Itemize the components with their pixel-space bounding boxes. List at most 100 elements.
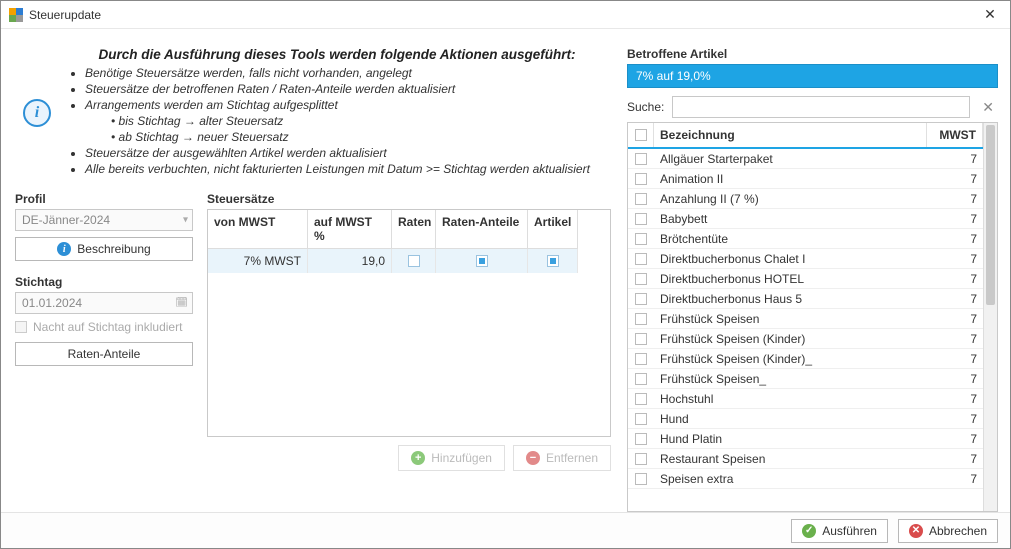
- article-checkbox[interactable]: [628, 473, 654, 485]
- article-name: Hochstuhl: [654, 392, 927, 406]
- article-name: Babybett: [654, 212, 927, 226]
- scrollbar[interactable]: [983, 123, 997, 511]
- clear-search-icon[interactable]: ✕: [978, 99, 998, 116]
- article-name: Frühstück Speisen: [654, 312, 927, 326]
- article-checkbox[interactable]: [628, 153, 654, 165]
- article-row[interactable]: Allgäuer Starterpaket7: [628, 149, 983, 169]
- col-auf-mwst[interactable]: auf MWST %: [308, 210, 392, 249]
- article-mwst: 7: [927, 452, 983, 466]
- col-select-all[interactable]: [628, 123, 654, 147]
- article-name: Restaurant Speisen: [654, 452, 927, 466]
- footer: ✓ Ausführen ✕ Abbrechen: [1, 512, 1010, 548]
- article-checkbox[interactable]: [628, 193, 654, 205]
- article-name: Brötchentüte: [654, 232, 927, 246]
- article-name: Animation II: [654, 172, 927, 186]
- article-row[interactable]: Direktbucherbonus Haus 57: [628, 289, 983, 309]
- info-subbullet: bis Stichtag → alter Steuersatz: [111, 114, 607, 128]
- article-name: Direktbucherbonus Chalet I: [654, 252, 927, 266]
- article-checkbox[interactable]: [628, 213, 654, 225]
- article-row[interactable]: Hund7: [628, 409, 983, 429]
- article-checkbox[interactable]: [628, 393, 654, 405]
- remove-button[interactable]: − Entfernen: [513, 445, 611, 471]
- cell-von: 7% MWST: [208, 249, 308, 273]
- info-heading: Durch die Ausführung dieses Tools werden…: [67, 47, 607, 62]
- raten-anteile-button[interactable]: Raten-Anteile: [15, 342, 193, 366]
- night-checkbox-row[interactable]: Nacht auf Stichtag inkludiert: [15, 320, 193, 334]
- rates-header: von MWST auf MWST % Raten Raten-Anteile …: [208, 210, 610, 249]
- col-mwst[interactable]: MWST: [927, 123, 983, 147]
- rates-row[interactable]: 7% MWST 19,0: [208, 249, 610, 273]
- article-row[interactable]: Frühstück Speisen_7: [628, 369, 983, 389]
- cell-raten[interactable]: [392, 249, 436, 273]
- article-name: Hund Platin: [654, 432, 927, 446]
- article-name: Frühstück Speisen_: [654, 372, 927, 386]
- article-checkbox[interactable]: [628, 173, 654, 185]
- cell-artikel[interactable]: [528, 249, 578, 273]
- article-row[interactable]: Babybett7: [628, 209, 983, 229]
- info-bullet: Steuersätze der betroffenen Raten / Rate…: [85, 82, 607, 96]
- articles-header: Bezeichnung MWST: [628, 123, 983, 149]
- article-mwst: 7: [927, 392, 983, 406]
- check-icon: ✓: [802, 524, 816, 538]
- article-mwst: 7: [927, 472, 983, 486]
- col-bezeichnung[interactable]: Bezeichnung: [654, 123, 927, 147]
- article-row[interactable]: Direktbucherbonus HOTEL7: [628, 269, 983, 289]
- article-name: Allgäuer Starterpaket: [654, 152, 927, 166]
- article-checkbox[interactable]: [628, 273, 654, 285]
- article-name: Frühstück Speisen (Kinder): [654, 332, 927, 346]
- article-mwst: 7: [927, 352, 983, 366]
- article-mwst: 7: [927, 152, 983, 166]
- info-subbullet: ab Stichtag → neuer Steuersatz: [111, 130, 607, 144]
- chevron-down-icon: ▾: [183, 215, 188, 226]
- article-name: Direktbucherbonus Haus 5: [654, 292, 927, 306]
- info-bullet: Steuersätze der ausgewählten Artikel wer…: [85, 146, 607, 160]
- profile-combo[interactable]: DE-Jänner-2024 ▾: [15, 209, 193, 231]
- article-checkbox[interactable]: [628, 253, 654, 265]
- article-checkbox[interactable]: [628, 453, 654, 465]
- article-row[interactable]: Restaurant Speisen7: [628, 449, 983, 469]
- article-mwst: 7: [927, 232, 983, 246]
- article-mwst: 7: [927, 372, 983, 386]
- article-checkbox[interactable]: [628, 293, 654, 305]
- description-button[interactable]: i Beschreibung: [15, 237, 193, 261]
- article-checkbox[interactable]: [628, 373, 654, 385]
- col-raten[interactable]: Raten: [392, 210, 436, 249]
- article-mwst: 7: [927, 312, 983, 326]
- article-row[interactable]: Hund Platin7: [628, 429, 983, 449]
- scrollbar-thumb[interactable]: [986, 125, 995, 305]
- article-row[interactable]: Direktbucherbonus Chalet I7: [628, 249, 983, 269]
- article-row[interactable]: Animation II7: [628, 169, 983, 189]
- col-raten-anteile[interactable]: Raten-Anteile: [436, 210, 528, 249]
- article-checkbox[interactable]: [628, 433, 654, 445]
- search-input[interactable]: [672, 96, 970, 118]
- cancel-button[interactable]: ✕ Abbrechen: [898, 519, 998, 543]
- article-checkbox[interactable]: [628, 313, 654, 325]
- col-artikel[interactable]: Artikel: [528, 210, 578, 249]
- articles-heading: Betroffene Artikel: [627, 47, 998, 61]
- article-mwst: 7: [927, 212, 983, 226]
- main-area: i Durch die Ausführung dieses Tools werd…: [1, 29, 1010, 512]
- article-checkbox[interactable]: [628, 353, 654, 365]
- article-row[interactable]: Frühstück Speisen (Kinder)_7: [628, 349, 983, 369]
- article-row[interactable]: Anzahlung II (7 %)7: [628, 189, 983, 209]
- article-checkbox[interactable]: [628, 333, 654, 345]
- col-von-mwst[interactable]: von MWST: [208, 210, 308, 249]
- window-title: Steuerupdate: [29, 8, 970, 22]
- stichtag-input[interactable]: 01.01.2024 🗓: [15, 292, 193, 314]
- article-row[interactable]: Hochstuhl7: [628, 389, 983, 409]
- add-button[interactable]: + Hinzufügen: [398, 445, 505, 471]
- article-row[interactable]: Frühstück Speisen (Kinder)7: [628, 329, 983, 349]
- cell-anteile[interactable]: [436, 249, 528, 273]
- article-row[interactable]: Speisen extra7: [628, 469, 983, 489]
- execute-button[interactable]: ✓ Ausführen: [791, 519, 888, 543]
- info-icon: i: [23, 99, 51, 127]
- close-button[interactable]: ✕: [970, 1, 1010, 29]
- article-mwst: 7: [927, 432, 983, 446]
- selected-rate-bar[interactable]: 7% auf 19,0%: [627, 64, 998, 88]
- rates-table: von MWST auf MWST % Raten Raten-Anteile …: [207, 209, 611, 437]
- article-checkbox[interactable]: [628, 413, 654, 425]
- article-row[interactable]: Frühstück Speisen7: [628, 309, 983, 329]
- article-row[interactable]: Brötchentüte7: [628, 229, 983, 249]
- article-mwst: 7: [927, 272, 983, 286]
- article-checkbox[interactable]: [628, 233, 654, 245]
